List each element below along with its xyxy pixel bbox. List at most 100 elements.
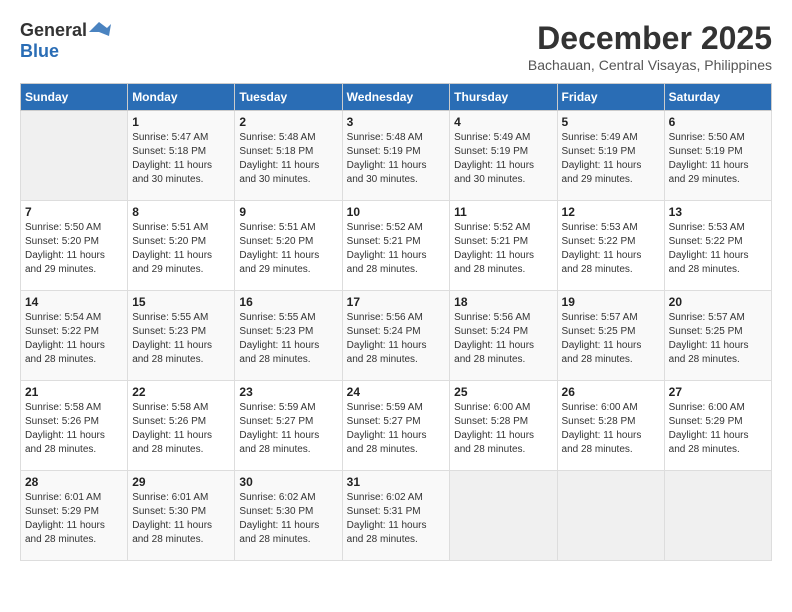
daylight-text: Daylight: 11 hoursand 28 minutes. bbox=[132, 430, 212, 455]
sunset-text: Sunset: 5:22 PM bbox=[669, 236, 743, 247]
sunrise-text: Sunrise: 5:49 AM bbox=[562, 132, 638, 143]
daylight-text: Daylight: 11 hoursand 28 minutes. bbox=[347, 520, 427, 545]
calendar-day-cell: 22Sunrise: 5:58 AMSunset: 5:26 PMDayligh… bbox=[128, 381, 235, 471]
calendar-day-cell: 19 Sunrise: 5:57 AMSunset: 5:25 PMDayligh… bbox=[557, 291, 664, 381]
sunset-text: Sunset: 5:24 PM bbox=[347, 326, 421, 337]
daylight-text: Daylight: 11 hoursand 28 minutes. bbox=[454, 250, 534, 275]
day-info: Sunrise: 6:02 AMSunset: 5:30 PMDaylight:… bbox=[239, 491, 337, 547]
day-info: Sunrise: 6:01 AMSunset: 5:30 PMDaylight:… bbox=[132, 491, 230, 547]
sunset-text: Sunset: 5:22 PM bbox=[25, 326, 99, 337]
daylight-text: Daylight: 11 hoursand 28 minutes. bbox=[562, 250, 642, 275]
sunset-text: Sunset: 5:21 PM bbox=[454, 236, 528, 247]
day-number: 2 bbox=[239, 115, 337, 129]
calendar-day-cell: 27Sunrise: 6:00 AMSunset: 5:29 PMDayligh… bbox=[664, 381, 771, 471]
calendar-week-row: 14 Sunrise: 5:54 AM Sunset: 5:22 PM Dayligh… bbox=[21, 291, 772, 381]
calendar-day-cell: 18Sunrise: 5:56 AMSunset: 5:24 PMDayligh… bbox=[450, 291, 557, 381]
sunset-text: Sunset: 5:28 PM bbox=[562, 416, 636, 427]
daylight-text: Daylight: 11 hoursand 28 minutes. bbox=[132, 340, 212, 365]
daylight-text: Daylight: 11 hoursand 28 minutes. bbox=[347, 430, 427, 455]
calendar-day-cell: 31Sunrise: 6:02 AMSunset: 5:31 PMDayligh… bbox=[342, 471, 450, 561]
daylight-text: Daylight: 11 hoursand 30 minutes. bbox=[347, 160, 427, 185]
daylight-text: Daylight: 11 hoursand 29 minutes. bbox=[669, 160, 749, 185]
day-info: Sunrise: 5:56 AMSunset: 5:24 PMDaylight:… bbox=[347, 311, 446, 367]
day-number: 14 bbox=[25, 295, 123, 309]
calendar-week-row: 21Sunrise: 5:58 AMSunset: 5:26 PMDayligh… bbox=[21, 381, 772, 471]
day-number: 21 bbox=[25, 385, 123, 399]
day-info: Sunrise: 5:58 AMSunset: 5:26 PMDaylight:… bbox=[132, 401, 230, 457]
day-number: 19 bbox=[562, 295, 660, 309]
daylight-text: Daylight: 11 hoursand 28 minutes. bbox=[347, 250, 427, 275]
sunrise-text: Sunrise: 5:48 AM bbox=[347, 132, 423, 143]
daylight-text: Daylight: 11 hoursand 28 minutes. bbox=[239, 430, 319, 455]
sunset-text: Sunset: 5:24 PM bbox=[454, 326, 528, 337]
sunset-text: Sunset: 5:22 PM bbox=[562, 236, 636, 247]
day-number: 25 bbox=[454, 385, 552, 399]
daylight-text: Daylight: 11 hoursand 28 minutes. bbox=[562, 340, 642, 365]
day-number: 1 bbox=[132, 115, 230, 129]
day-info: Sunrise: 5:56 AM Sunset: 5:24 PM Daylight:… bbox=[454, 311, 552, 367]
day-info: Sunrise: 5:58 AMSunset: 5:26 PMDaylight:… bbox=[25, 401, 123, 457]
calendar-table: SundayMondayTuesdayWednesdayThursdayFrid… bbox=[20, 83, 772, 561]
day-info: Sunrise: 5:47 AMSunset: 5:18 PMDaylight:… bbox=[132, 131, 230, 187]
sunrise-text: Sunrise: 6:00 AM bbox=[454, 402, 530, 413]
sunset-text: Sunset: 5:20 PM bbox=[132, 236, 206, 247]
day-number: 26 bbox=[562, 385, 660, 399]
day-info: Sunrise: 5:52 AMSunset: 5:21 PMDaylight:… bbox=[347, 221, 446, 277]
day-info: Sunrise: 5:54 AMSunset: 5:22 PMDaylight:… bbox=[25, 311, 123, 367]
day-number: 13 bbox=[669, 205, 767, 219]
day-number: 4 bbox=[454, 115, 552, 129]
day-info: Sunrise: 5:55 AMSunset: 5:23 PMDaylight:… bbox=[239, 311, 337, 367]
weekday-header: Sunday bbox=[21, 84, 128, 111]
logo-blue-text: Blue bbox=[20, 41, 59, 61]
day-info: Sunrise: 5:57 AMSunset: 5:25 PMDaylight:… bbox=[562, 311, 660, 367]
daylight-text: Daylight: 11 hoursand 28 minutes. bbox=[669, 430, 749, 455]
sunrise-text: Sunrise: 5:47 AM bbox=[132, 132, 208, 143]
day-info: Sunrise: 5:51 AMSunset: 5:20 PMDaylight:… bbox=[239, 221, 337, 277]
title-block: December 2025 Bachauan, Central Visayas,… bbox=[528, 20, 772, 73]
day-number: 5 bbox=[562, 115, 660, 129]
calendar-day-cell: 2 Sunrise: 5:48 AMSunset: 5:18 PMDaylight… bbox=[235, 111, 342, 201]
sunrise-text: Sunrise: 5:53 AM bbox=[669, 222, 745, 233]
sunrise-text: Sunrise: 5:52 AM bbox=[454, 222, 530, 233]
calendar-day-cell: 1Sunrise: 5:47 AMSunset: 5:18 PMDaylight… bbox=[128, 111, 235, 201]
day-number: 12 bbox=[562, 205, 660, 219]
calendar-week-row: 7Sunrise: 5:50 AMSunset: 5:20 PMDaylight… bbox=[21, 201, 772, 291]
page-header: General Blue December 2025 Bachauan, Cen… bbox=[20, 20, 772, 73]
daylight-text: Daylight: 11 hoursand 28 minutes. bbox=[25, 520, 105, 545]
sunrise-text: Sunrise: 5:58 AM bbox=[25, 402, 101, 413]
sunrise-text: Sunrise: 5:51 AM bbox=[132, 222, 208, 233]
day-number: 27 bbox=[669, 385, 767, 399]
logo-general-text: General bbox=[20, 20, 87, 41]
sunrise-text: Sunrise: 5:54 AM bbox=[25, 312, 101, 323]
daylight-text: Daylight: 11 hoursand 28 minutes. bbox=[347, 340, 427, 365]
day-info: Sunrise: 5:59 AMSunset: 5:27 PMDaylight:… bbox=[239, 401, 337, 457]
day-info: Sunrise: 6:00 AMSunset: 5:28 PMDaylight:… bbox=[562, 401, 660, 457]
calendar-day-cell: 29Sunrise: 6:01 AMSunset: 5:30 PMDayligh… bbox=[128, 471, 235, 561]
daylight-text: Daylight: 11 hoursand 29 minutes. bbox=[132, 250, 212, 275]
sunset-text: Sunset: 5:18 PM bbox=[132, 146, 206, 157]
sunset-text: Sunset: 5:25 PM bbox=[669, 326, 743, 337]
sunrise-text: Sunrise: 5:57 AM bbox=[669, 312, 745, 323]
sunrise-text: Sunrise: 5:59 AM bbox=[239, 402, 315, 413]
day-number: 23 bbox=[239, 385, 337, 399]
daylight-text: Daylight: 11 hoursand 28 minutes. bbox=[132, 520, 212, 545]
calendar-day-cell: 8Sunrise: 5:51 AMSunset: 5:20 PMDaylight… bbox=[128, 201, 235, 291]
sunset-text: Sunset: 5:26 PM bbox=[132, 416, 206, 427]
sunset-text: Sunset: 5:19 PM bbox=[347, 146, 421, 157]
calendar-day-cell bbox=[664, 471, 771, 561]
sunrise-text: Sunrise: 6:02 AM bbox=[347, 492, 423, 503]
sunset-text: Sunset: 5:19 PM bbox=[562, 146, 636, 157]
calendar-day-cell: 25Sunrise: 6:00 AMSunset: 5:28 PMDayligh… bbox=[450, 381, 557, 471]
daylight-text: Daylight: 11 hoursand 28 minutes. bbox=[454, 340, 534, 365]
month-title: December 2025 bbox=[528, 20, 772, 57]
logo: General Blue bbox=[20, 20, 111, 62]
calendar-day-cell: 4Sunrise: 5:49 AMSunset: 5:19 PMDaylight… bbox=[450, 111, 557, 201]
day-info: Sunrise: 5:48 AMSunset: 5:18 PMDaylight:… bbox=[239, 131, 337, 187]
calendar-day-cell: 12Sunrise: 5:53 AMSunset: 5:22 PMDayligh… bbox=[557, 201, 664, 291]
sunrise-text: Sunrise: 5:56 AM bbox=[454, 312, 530, 323]
sunrise-text: Sunrise: 6:00 AM bbox=[669, 402, 745, 413]
calendar-day-cell: 24Sunrise: 5:59 AMSunset: 5:27 PMDayligh… bbox=[342, 381, 450, 471]
sunrise-text: Sunrise: 5:59 AM bbox=[347, 402, 423, 413]
daylight-text: Daylight: 11 hoursand 28 minutes. bbox=[669, 250, 749, 275]
daylight-text: Daylight: 11 hoursand 28 minutes. bbox=[239, 340, 319, 365]
